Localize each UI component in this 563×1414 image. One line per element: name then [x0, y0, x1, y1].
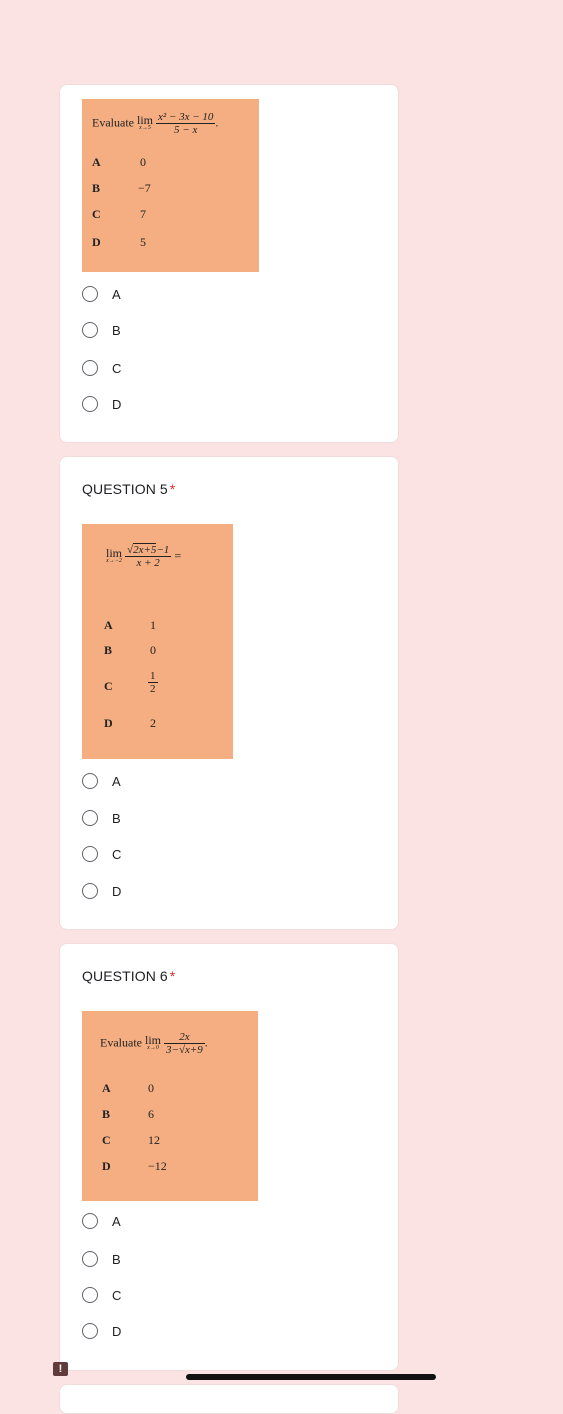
q5-option-c[interactable]: C [82, 843, 121, 865]
question-6-title: QUESTION 6 * [82, 968, 176, 984]
question-5-image: lim x→−2 √2x+5−1 x + 2 = A1 B0 C 12 D2 [82, 524, 233, 759]
next-question-card [59, 1384, 399, 1414]
radio-icon[interactable] [82, 396, 98, 412]
radio-icon[interactable] [82, 322, 98, 338]
radio-icon[interactable] [82, 810, 98, 826]
radio-icon[interactable] [82, 360, 98, 376]
question-6-card: QUESTION 6 * Evaluate lim x→0 2x 3−√x+9. A0… [59, 943, 399, 1371]
radio-icon[interactable] [82, 286, 98, 302]
question-5-title: QUESTION 5 * [82, 481, 176, 497]
q6-option-a[interactable]: A [82, 1210, 121, 1232]
q4-expression: Evaluate lim x→5 x² − 3x − 10 5 − x. [92, 111, 219, 136]
required-mark: * [169, 968, 176, 984]
q5-option-a[interactable]: A [82, 770, 121, 792]
question-5-card: QUESTION 5 * lim x→−2 √2x+5−1 x + 2 = A1 B0… [59, 456, 399, 930]
radio-icon[interactable] [82, 883, 98, 899]
q6-option-d[interactable]: D [82, 1320, 121, 1342]
radio-icon[interactable] [82, 1323, 98, 1339]
q5-expression: lim x→−2 √2x+5−1 x + 2 = [106, 543, 182, 569]
q5-option-d[interactable]: D [82, 880, 121, 902]
radio-icon[interactable] [82, 1213, 98, 1229]
report-icon[interactable]: ! [53, 1362, 68, 1376]
radio-icon[interactable] [82, 846, 98, 862]
required-mark: * [169, 481, 176, 497]
home-indicator [186, 1374, 436, 1380]
q4-option-b[interactable]: B [82, 319, 121, 341]
q6-option-c[interactable]: C [82, 1284, 121, 1306]
radio-icon[interactable] [82, 1251, 98, 1267]
question-4-card: Evaluate lim x→5 x² − 3x − 10 5 − x. A0 B −… [59, 84, 399, 443]
radio-icon[interactable] [82, 773, 98, 789]
q4-option-c[interactable]: C [82, 357, 121, 379]
q6-expression: Evaluate lim x→0 2x 3−√x+9. [100, 1031, 208, 1056]
q4-option-d[interactable]: D [82, 393, 121, 415]
q4-option-a[interactable]: A [82, 283, 121, 305]
q5-option-b[interactable]: B [82, 807, 121, 829]
question-4-image: Evaluate lim x→5 x² − 3x − 10 5 − x. A0 B −… [82, 99, 259, 272]
question-6-image: Evaluate lim x→0 2x 3−√x+9. A0 B6 C 12 D −12 [82, 1011, 258, 1201]
q6-option-b[interactable]: B [82, 1248, 121, 1270]
radio-icon[interactable] [82, 1287, 98, 1303]
